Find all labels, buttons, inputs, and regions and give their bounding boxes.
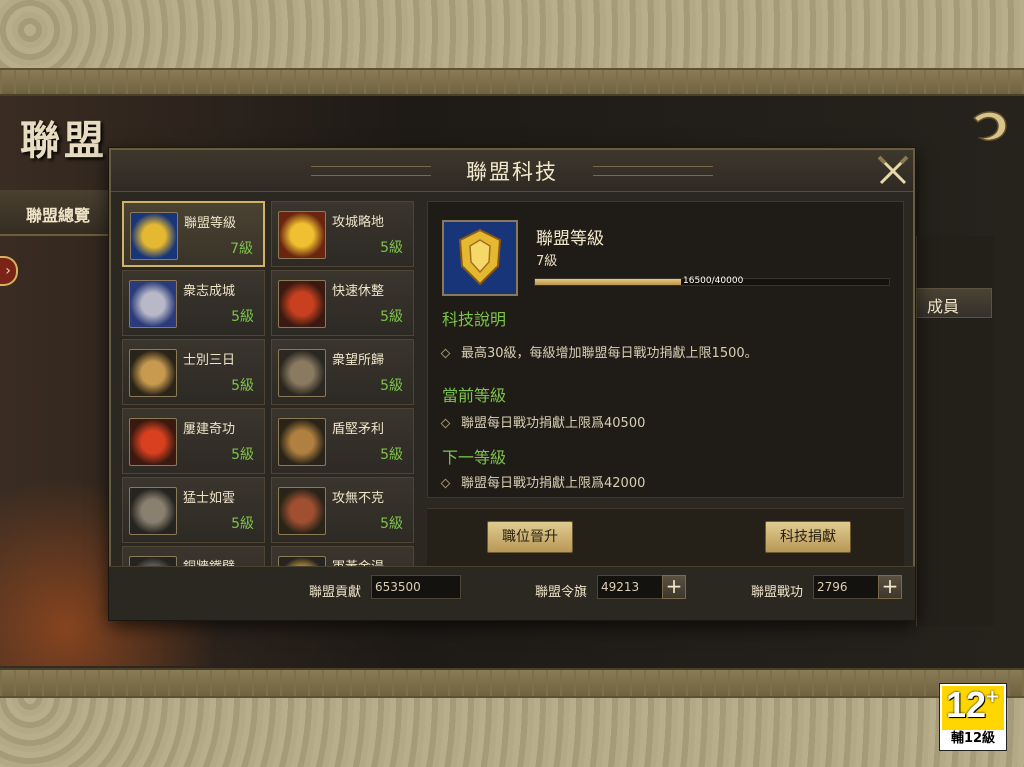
promote-button[interactable]: 職位晉升 [487,521,573,553]
progress-fill [535,279,682,285]
donate-button[interactable]: 科技捐獻 [765,521,851,553]
tech-item[interactable]: 銅牆鐵壁 [122,546,265,566]
progress-text: 16500/40000 [683,276,744,286]
tech-item[interactable]: 盾堅矛利 5級 [271,408,414,474]
shield-spear-icon [278,418,326,466]
tech-item[interactable]: 聯盟等級 7級 [122,201,265,267]
add-merit-button[interactable]: + [878,575,902,599]
close-icon[interactable] [875,154,911,188]
tech-name: 衆志成城 [183,284,236,299]
tech-name: 屢建奇功 [183,422,236,437]
bottom-decor-band [0,668,1024,767]
tech-level: 5級 [380,516,403,532]
tech-item[interactable]: 猛士如雲 5級 [122,477,265,543]
tech-name: 軍黃金湯 [332,556,384,566]
tech-item[interactable]: 軍黃金湯 [271,546,414,566]
tech-detail-panel: 聯盟等級 7級 16500/40000 科技說明 最高30級，每級增加聯盟每日戰… [427,201,904,498]
warrior-icon [278,349,326,397]
tech-level: 5級 [380,378,403,394]
action-bar: 職位晉升 科技捐獻 [427,508,904,566]
tech-level: 5級 [380,447,403,463]
tech-name: 攻城略地 [332,215,385,230]
banner-icon [129,418,177,466]
tech-level: 5級 [380,240,403,256]
soldiers-icon [129,487,177,535]
top-key-border [0,68,1024,96]
detail-tech-name: 聯盟等級 [536,229,604,249]
contribution-field: 653500 [371,575,461,599]
resource-footer: 聯盟貢獻 653500 聯盟令旗 49213 + 聯盟戰功 2796 + [109,566,915,620]
tech-item[interactable]: 衆望所歸 5級 [271,339,414,405]
next-level-heading: 下一等級 [442,448,507,467]
modal-header: 聯盟科技 [111,150,913,192]
bullet-icon [440,348,451,359]
desc-text: 最高30級，每級增加聯盟每日戰功捐獻上限1500。 [440,342,758,361]
bullet-icon [440,418,451,429]
bullet-icon [440,478,451,489]
contribution-label: 聯盟貢獻 [309,585,362,600]
tech-level: 5級 [231,447,254,463]
wall-icon [129,556,177,566]
flag-field: 49213 [597,575,663,599]
tech-name: 猛士如雲 [183,491,236,506]
tech-level: 5級 [380,309,403,325]
modal-title: 聯盟科技 [466,160,558,184]
merit-field: 2796 [813,575,879,599]
detail-tech-level: 7級 [536,254,558,269]
explosion-icon [278,211,326,259]
desc-text-value: 最高30級，每級增加聯盟每日戰功捐獻上限1500。 [461,346,758,361]
age-rating-badge: 12 + 輔12級 [939,683,1007,751]
tech-item[interactable]: 快速休整 5級 [271,270,414,336]
tech-name: 銅牆鐵壁 [183,556,235,566]
rating-label: 輔12級 [942,730,1004,748]
tech-name: 快速休整 [332,284,385,299]
next-level-text: 聯盟每日戰功捐獻上限爲42000 [440,472,646,491]
tech-name: 聯盟等級 [184,216,237,231]
tech-level: 5級 [231,378,254,394]
top-decor-band [0,0,1024,96]
tower-icon [129,280,177,328]
desc-heading: 科技說明 [442,310,507,329]
flag-label: 聯盟令旗 [535,585,588,600]
alliance-shield-icon [442,220,518,296]
page-title: 聯盟 [20,117,108,164]
rating-plus: + [984,686,1000,707]
merit-label: 聯盟戰功 [751,585,804,600]
tech-name: 士別三日 [183,353,236,368]
tech-level: 5級 [231,516,254,532]
next-level-value: 聯盟每日戰功捐獻上限爲42000 [461,476,646,491]
general-icon [278,487,326,535]
troops-icon [278,280,326,328]
tech-item[interactable]: 屢建奇功 5級 [122,408,265,474]
tech-name: 盾堅矛利 [332,422,385,437]
tech-item[interactable]: 士別三日 5級 [122,339,265,405]
current-level-text: 聯盟每日戰功捐獻上限爲40500 [440,412,646,431]
rating-number: 12 [946,684,987,725]
tech-level: 5級 [231,309,254,325]
tech-item[interactable]: 攻城略地 5級 [271,201,414,267]
tab-alliance-overview[interactable]: 聯盟總覽 [0,190,120,236]
tech-name: 攻無不克 [332,491,385,506]
tech-level: 7級 [230,241,253,257]
back-icon[interactable] [966,104,1012,148]
tech-list[interactable]: 聯盟等級 7級 攻城略地 5級 衆志成城 5級 快速休整 5級 士別三日 5級 衆望所歸 5級 屢建奇功… [122,201,414,566]
scroll-icon [129,349,177,397]
tech-item[interactable]: 攻無不克 5級 [271,477,414,543]
bottom-key-border [0,668,1024,698]
current-level-value: 聯盟每日戰功捐獻上限爲40500 [461,416,646,431]
tech-name: 衆望所歸 [332,353,385,368]
shield-icon [130,212,178,260]
tab-members[interactable]: 成員 [916,288,992,318]
current-level-heading: 當前等級 [442,386,507,405]
tech-item[interactable]: 衆志成城 5級 [122,270,265,336]
gold-icon [278,556,326,566]
add-flag-button[interactable]: + [662,575,686,599]
